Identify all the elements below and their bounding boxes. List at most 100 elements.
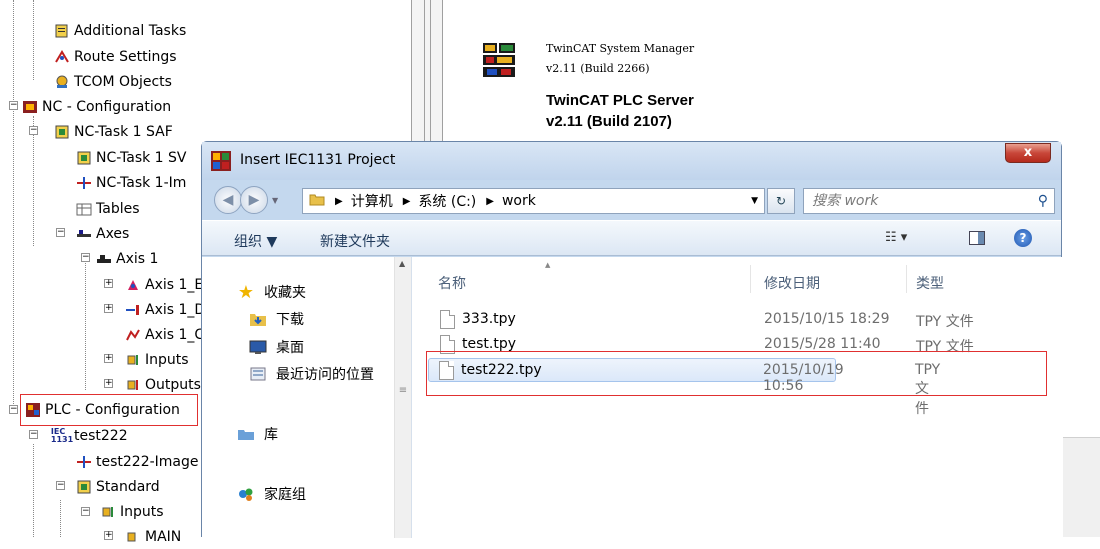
column-date-header[interactable]: 修改日期 [764, 273, 820, 293]
nav-label: 家庭组 [264, 487, 306, 503]
expand-icon[interactable]: + [104, 379, 113, 388]
collapse-icon[interactable]: − [9, 405, 18, 414]
task-icon [76, 479, 92, 495]
file-type: TPY 文件 [916, 314, 974, 330]
collapse-icon[interactable]: − [81, 253, 90, 262]
tree-item-additional-tasks[interactable]: Additional Tasks [54, 19, 186, 43]
tree-item-route-settings[interactable]: Route Settings [54, 45, 177, 69]
breadcrumb-computer[interactable]: 计算机 [351, 191, 393, 211]
tree-item-label: Inputs [120, 504, 164, 520]
tree-guide [85, 260, 86, 390]
file-name: test.tpy [462, 336, 516, 352]
collapse-icon[interactable]: − [9, 101, 18, 110]
dialog-titlebar[interactable]: Insert IEC1131 Project x [202, 142, 1061, 180]
nav-recent-places[interactable]: 最近访问的位置 [248, 364, 374, 384]
nav-downloads[interactable]: 下载 [248, 309, 304, 329]
preview-pane-icon[interactable] [969, 231, 985, 245]
tree-item-test222[interactable]: IEC 1131 test222 [51, 424, 128, 448]
nav-scrollbar[interactable]: ▲ ≡ [394, 257, 411, 538]
expand-icon[interactable]: + [104, 531, 113, 540]
nc-config-icon [22, 99, 38, 115]
inputs-icon [100, 504, 116, 520]
sort-ascending-icon: ▲ [545, 261, 551, 269]
scroll-up-icon[interactable]: ▲ [399, 259, 405, 268]
collapse-icon[interactable]: − [81, 507, 90, 516]
tasks-icon [54, 23, 70, 39]
tree-guide [13, 0, 14, 410]
refresh-button[interactable]: ↻ [767, 188, 795, 214]
collapse-icon[interactable]: − [56, 228, 65, 237]
tree-item-nc-task-sv[interactable]: NC-Task 1 SV [76, 146, 187, 170]
file-date: 2015/10/15 18:29 [764, 311, 890, 327]
recent-pages-chevron-icon[interactable]: ▼ [272, 196, 278, 205]
tree-item-label: Axes [96, 226, 130, 242]
tree-guide [33, 0, 34, 80]
tree-item-label: Additional Tasks [74, 23, 187, 39]
back-button[interactable]: ◀ [214, 186, 242, 214]
organize-button[interactable]: 组织 ▼ [234, 231, 277, 251]
folder-icon [309, 192, 325, 210]
twincat-app-icon [211, 151, 231, 171]
tree-item-inputs[interactable]: Inputs [125, 348, 189, 372]
nav-label: 最近访问的位置 [276, 367, 374, 383]
collapse-icon[interactable]: − [29, 126, 38, 135]
tree-item-axis-1-ctrl[interactable]: Axis 1_C [125, 323, 204, 347]
search-placeholder: 搜索 work [812, 193, 879, 209]
tree-item-axis-1-enc[interactable]: Axis 1_E [125, 273, 203, 297]
help-icon[interactable]: ? [1014, 229, 1032, 247]
close-button[interactable]: x [1005, 143, 1051, 163]
breadcrumb-work[interactable]: work [502, 193, 536, 209]
library-icon [236, 425, 256, 443]
tree-item-label: NC-Task 1 SV [96, 150, 187, 166]
column-divider[interactable] [906, 265, 907, 293]
tree-item-tables[interactable]: Tables [76, 197, 140, 221]
new-folder-button[interactable]: 新建文件夹 [320, 231, 390, 251]
download-folder-icon [248, 310, 268, 328]
tree-item-main[interactable]: MAIN [125, 525, 181, 549]
column-name-header[interactable]: 名称 [438, 273, 466, 293]
tree-item-label: Axis 1 [116, 251, 159, 267]
expand-icon[interactable]: + [104, 354, 113, 363]
plc-server-name: TwinCAT PLC Server [546, 92, 694, 109]
nav-libraries[interactable]: 库 [236, 424, 278, 444]
inputs-icon [125, 529, 141, 545]
nav-homegroup[interactable]: 家庭组 [236, 484, 306, 504]
nav-desktop[interactable]: 桌面 [248, 337, 304, 357]
tree-item-nc-task-saf[interactable]: NC-Task 1 SAF [54, 120, 173, 144]
axis-icon [96, 251, 112, 267]
nav-favorites[interactable]: ★ 收藏夹 [236, 282, 306, 303]
nav-label: 桌面 [276, 340, 304, 356]
tree-item-axis-1-drive[interactable]: Axis 1_D [125, 298, 205, 322]
tree-item-inputs-2[interactable]: Inputs [100, 500, 164, 524]
tree-item-nc-configuration[interactable]: NC - Configuration [22, 95, 171, 119]
collapse-icon[interactable]: − [56, 481, 65, 490]
tree-item-label: Route Settings [74, 49, 177, 65]
tree-item-label: Inputs [145, 352, 189, 368]
tree-item-standard[interactable]: Standard [76, 475, 160, 499]
tree-item-axes[interactable]: Axes [76, 222, 129, 246]
view-options-icon[interactable]: ☷ ▾ [885, 230, 907, 245]
file-row[interactable]: 333.tpy 2015/10/15 18:29 TPY 文件 [430, 308, 1100, 332]
image-link-icon [76, 454, 92, 470]
recent-places-icon [248, 365, 268, 383]
tree-item-tcom-objects[interactable]: TCOM Objects [54, 70, 172, 94]
controller-icon [125, 327, 141, 343]
address-bar[interactable]: ▶ 计算机 ▶ 系统 (C:) ▶ work ▼ [302, 188, 765, 214]
breadcrumb-separator-icon: ▶ [335, 195, 343, 207]
scroll-grip-icon[interactable]: ≡ [397, 385, 409, 405]
column-type-header[interactable]: 类型 [916, 273, 944, 293]
tree-item-axis-1[interactable]: Axis 1 [96, 247, 158, 271]
search-input[interactable]: 搜索 work ⚲ [803, 188, 1055, 214]
tree-item-test222-image[interactable]: test222-Image [76, 450, 199, 474]
expand-icon[interactable]: + [104, 279, 113, 288]
collapse-icon[interactable]: − [29, 430, 38, 439]
column-divider[interactable] [750, 265, 751, 293]
forward-button[interactable]: ▶ [240, 186, 268, 214]
tree-item-nc-task-image[interactable]: NC-Task 1-Im [76, 171, 186, 195]
search-icon[interactable]: ⚲ [1038, 189, 1048, 213]
breadcrumb-drive[interactable]: 系统 (C:) [418, 191, 476, 211]
outputs-icon [125, 377, 141, 393]
nav-label: 下载 [276, 312, 304, 328]
expand-icon[interactable]: + [104, 304, 113, 313]
address-dropdown-icon[interactable]: ▼ [751, 196, 758, 206]
